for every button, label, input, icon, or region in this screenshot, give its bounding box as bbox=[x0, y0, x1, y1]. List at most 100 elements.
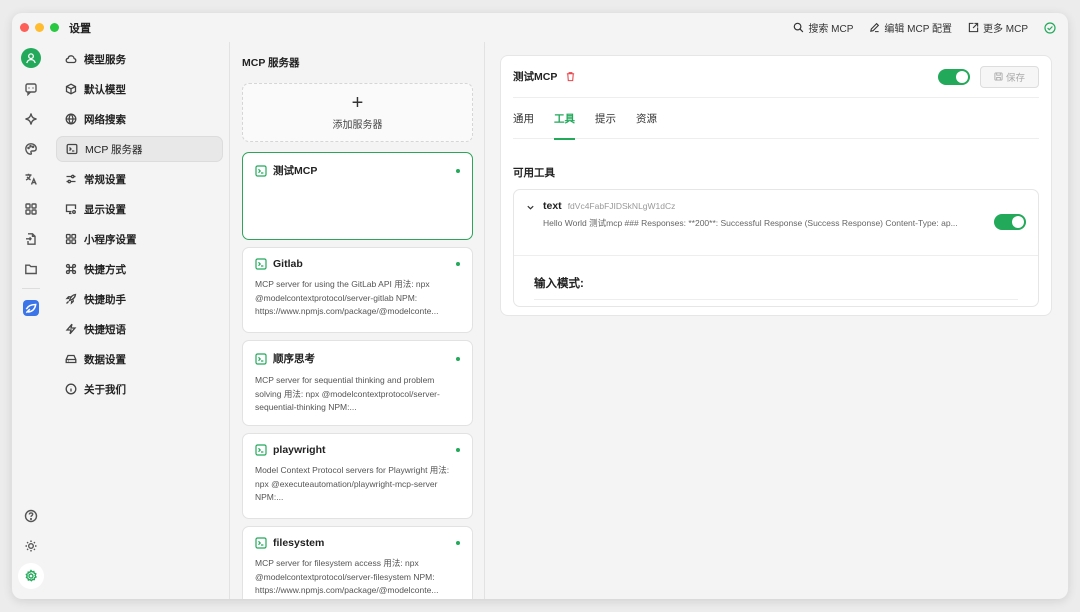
window-controls bbox=[20, 23, 59, 32]
nav-item-miniapp-settings[interactable]: 小程序设置 bbox=[56, 226, 223, 252]
server-status-dot bbox=[456, 448, 460, 452]
terminal-icon bbox=[255, 258, 267, 270]
nav-item-mcp-servers[interactable]: MCP 服务器 bbox=[56, 136, 223, 162]
save-button[interactable]: 保存 bbox=[980, 65, 1039, 88]
help-circle-icon bbox=[24, 509, 38, 523]
server-description bbox=[255, 186, 460, 226]
tab-prompts[interactable]: 提示 bbox=[595, 98, 616, 139]
agents-nav-button[interactable] bbox=[18, 106, 44, 132]
command-icon bbox=[65, 263, 77, 275]
server-description: MCP server for filesystem access 用法: npx… bbox=[255, 558, 439, 595]
server-card-filesystem[interactable]: filesystem MCP server for filesystem acc… bbox=[242, 526, 473, 599]
file-transfer-icon bbox=[26, 233, 36, 245]
server-detail-area: 测试MCP 保存 通用 工具 提示 资源 可用工具 text fdVc4FabF… bbox=[486, 42, 1068, 599]
miniapp-logo-icon bbox=[23, 300, 39, 316]
external-link-icon bbox=[968, 22, 979, 33]
server-name: Gitlab bbox=[273, 258, 303, 270]
tab-resources[interactable]: 资源 bbox=[636, 98, 657, 139]
detail-tabs: 通用 工具 提示 资源 bbox=[513, 98, 1039, 140]
tool-id: fdVc4FabFJIDSkNLgW1dCz bbox=[567, 201, 676, 211]
info-icon bbox=[65, 383, 77, 395]
minimize-window-button[interactable] bbox=[35, 23, 44, 32]
tab-tools[interactable]: 工具 bbox=[554, 98, 575, 140]
check-circle-icon[interactable] bbox=[1044, 21, 1056, 34]
nav-item-shortcuts[interactable]: 快捷方式 bbox=[56, 256, 223, 282]
terminal-icon bbox=[255, 352, 267, 365]
translate-icon bbox=[25, 173, 37, 185]
files-nav-button[interactable] bbox=[18, 226, 44, 252]
available-tools-label: 可用工具 bbox=[513, 167, 555, 179]
nav-item-label: 小程序设置 bbox=[84, 233, 137, 246]
theme-button[interactable] bbox=[18, 533, 44, 559]
server-card-gitlab[interactable]: Gitlab MCP server for using the GitLab A… bbox=[242, 247, 473, 333]
add-server-button[interactable]: + 添加服务器 bbox=[242, 83, 473, 142]
sun-icon bbox=[25, 540, 37, 552]
terminal-icon bbox=[255, 444, 267, 456]
server-description: Model Context Protocol servers for Playw… bbox=[255, 465, 450, 502]
close-window-button[interactable] bbox=[20, 23, 29, 32]
settings-nav-button[interactable] bbox=[18, 563, 44, 589]
server-card-playwright[interactable]: playwright Model Context Protocol server… bbox=[242, 433, 473, 519]
sparkle-icon bbox=[25, 113, 37, 125]
help-button[interactable] bbox=[18, 503, 44, 529]
save-label: 保存 bbox=[1005, 72, 1025, 84]
edit-mcp-config-button[interactable]: 编辑 MCP 配置 bbox=[869, 20, 952, 35]
detail-title: 测试MCP bbox=[513, 71, 558, 83]
cube-icon bbox=[65, 83, 77, 95]
nav-item-web-search[interactable]: 网络搜索 bbox=[56, 106, 223, 132]
nav-item-label: 网络搜索 bbox=[84, 113, 126, 126]
chat-nav-button[interactable] bbox=[18, 76, 44, 102]
avatar[interactable] bbox=[21, 48, 41, 68]
nav-item-label: 快捷方式 bbox=[84, 263, 126, 276]
terminal-icon bbox=[66, 143, 78, 155]
paint-nav-button[interactable] bbox=[18, 136, 44, 162]
chevron-down-icon[interactable] bbox=[526, 203, 535, 212]
palette-icon bbox=[25, 143, 37, 155]
server-card-test-mcp[interactable]: 测试MCP bbox=[242, 152, 473, 240]
nav-item-label: 快捷短语 bbox=[84, 323, 126, 336]
more-mcp-button[interactable]: 更多 MCP bbox=[968, 20, 1028, 35]
miniapp-nav-button[interactable] bbox=[18, 295, 44, 321]
save-icon bbox=[994, 72, 1003, 81]
server-name: filesystem bbox=[273, 537, 325, 549]
search-mcp-button[interactable]: 搜索 MCP bbox=[793, 20, 853, 35]
icon-bar-divider bbox=[22, 288, 40, 289]
tab-general[interactable]: 通用 bbox=[513, 98, 534, 139]
nav-item-quick-assistant[interactable]: 快捷助手 bbox=[56, 286, 223, 312]
nav-item-general-settings[interactable]: 常规设置 bbox=[56, 166, 223, 192]
message-square-icon bbox=[25, 83, 37, 96]
tool-description: Hello World 测试mcp ### Responses: **200**… bbox=[543, 218, 958, 228]
terminal-icon bbox=[255, 537, 267, 549]
search-mcp-label: 搜索 MCP bbox=[808, 24, 854, 35]
nav-item-label: MCP 服务器 bbox=[85, 143, 143, 156]
folder-nav-button[interactable] bbox=[18, 256, 44, 282]
server-name: 测试MCP bbox=[273, 165, 318, 177]
mcp-server-list: MCP 服务器 + 添加服务器 测试MCP Gitlab MCP server … bbox=[231, 42, 485, 599]
nav-item-quick-phrases[interactable]: 快捷短语 bbox=[56, 316, 223, 342]
pencil-icon bbox=[870, 22, 880, 33]
server-enable-toggle[interactable] bbox=[938, 68, 970, 85]
nav-item-about-us[interactable]: 关于我们 bbox=[56, 376, 223, 402]
edit-mcp-config-label: 编辑 MCP 配置 bbox=[884, 24, 952, 35]
nav-item-default-model[interactable]: 默认模型 bbox=[56, 76, 223, 102]
nav-item-model-service[interactable]: 模型服务 bbox=[56, 46, 223, 72]
server-card-sequential-thinking[interactable]: 顺序思考 MCP server for sequential thinking … bbox=[242, 340, 473, 426]
trash-icon[interactable] bbox=[565, 71, 576, 82]
nav-item-label: 模型服务 bbox=[84, 53, 126, 66]
globe-icon bbox=[65, 113, 77, 125]
tool-enable-toggle[interactable] bbox=[994, 214, 1026, 230]
nav-item-display-settings[interactable]: 显示设置 bbox=[56, 196, 223, 222]
title-actions: 搜索 MCP 编辑 MCP 配置 更多 MCP bbox=[793, 20, 1068, 35]
tool-row[interactable]: text fdVc4FabFJIDSkNLgW1dCz Hello World … bbox=[514, 190, 1038, 256]
nav-item-data-settings[interactable]: 数据设置 bbox=[56, 346, 223, 372]
translate-nav-button[interactable] bbox=[18, 166, 44, 192]
server-status-dot bbox=[456, 262, 460, 266]
server-name: playwright bbox=[273, 444, 326, 456]
app-icon-bar bbox=[12, 42, 50, 599]
more-mcp-label: 更多 MCP bbox=[983, 24, 1028, 35]
server-detail-card: 测试MCP 保存 通用 工具 提示 资源 可用工具 text fdVc4FabF… bbox=[500, 55, 1052, 316]
apps-nav-button[interactable] bbox=[18, 196, 44, 222]
search-icon bbox=[794, 22, 804, 33]
settings-window: 设置 搜索 MCP 编辑 MCP 配置 更多 MCP 模型服务 默认模型 网络搜… bbox=[12, 13, 1068, 599]
maximize-window-button[interactable] bbox=[50, 23, 59, 32]
